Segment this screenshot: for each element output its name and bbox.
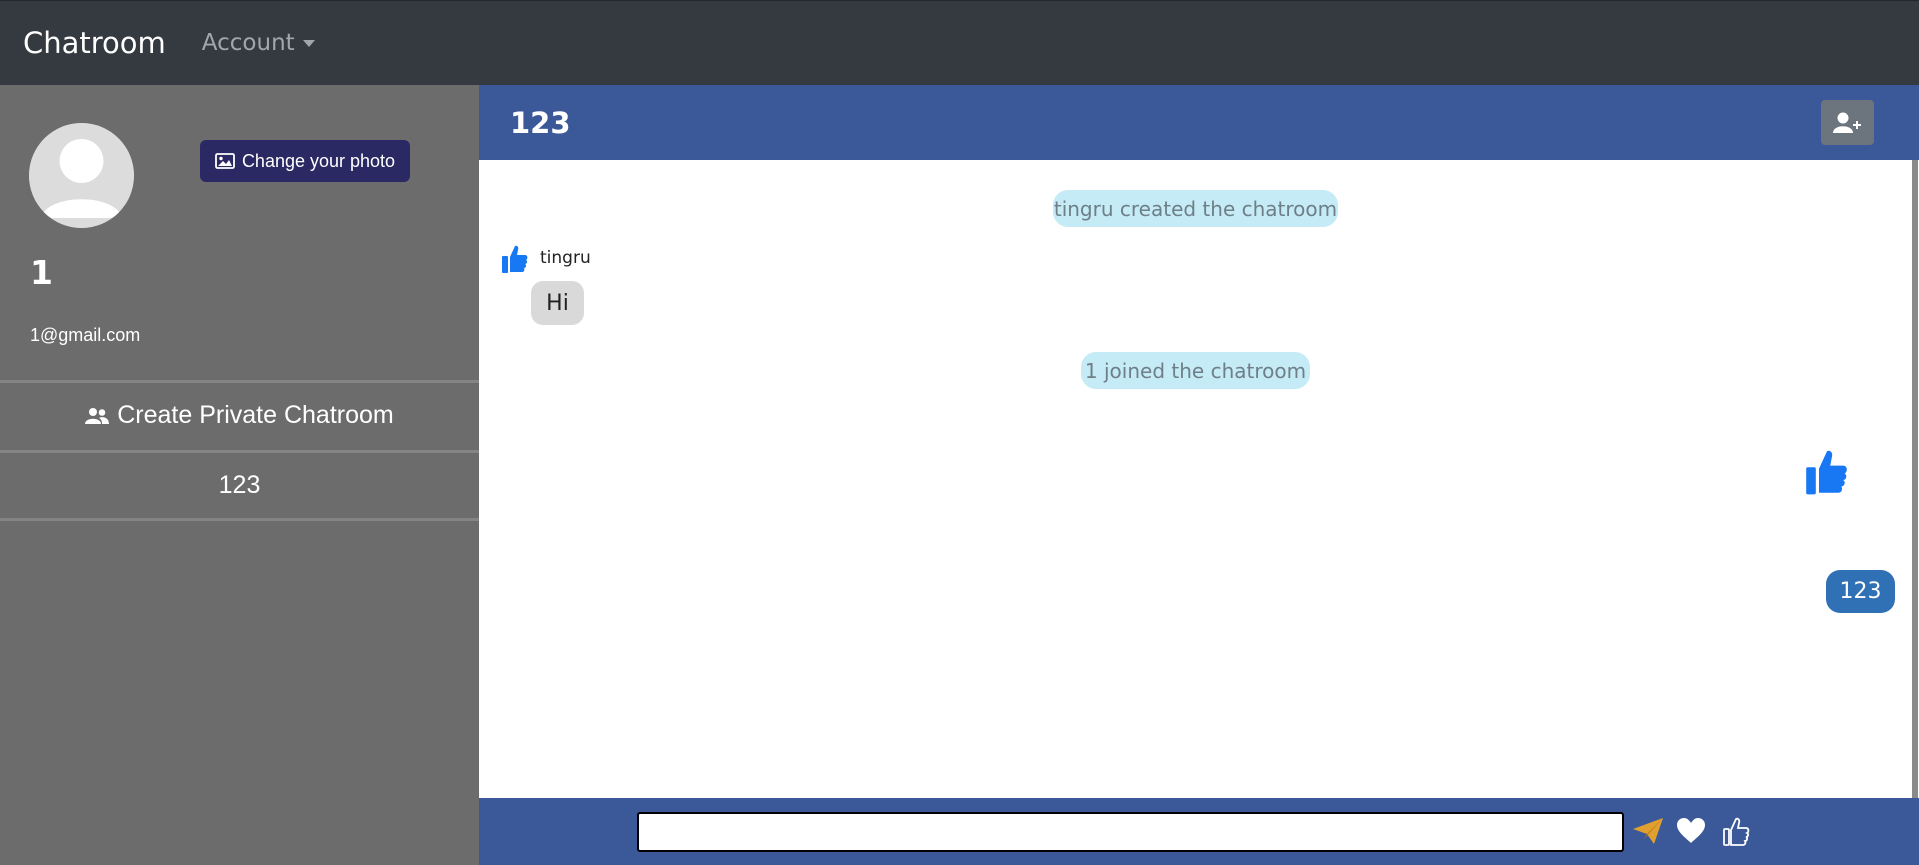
received-message-bubble: Hi bbox=[531, 281, 584, 325]
system-message: 1 joined the chatroom bbox=[1081, 352, 1310, 389]
heart-icon[interactable] bbox=[1676, 817, 1706, 850]
system-message: tingru created the chatroom bbox=[1053, 190, 1338, 227]
create-private-chatroom-label: Create Private Chatroom bbox=[117, 401, 394, 429]
sent-message-bubble: 123 bbox=[1826, 570, 1895, 613]
message-sender-name: tingru bbox=[540, 248, 591, 268]
message-list[interactable]: tingru created the chatroom tingru Hi 1 … bbox=[479, 160, 1919, 798]
top-navbar: Chatroom Account bbox=[0, 0, 1919, 85]
message-input-bar bbox=[479, 798, 1919, 865]
account-dropdown[interactable]: Account bbox=[202, 30, 315, 56]
message-input[interactable] bbox=[637, 812, 1624, 852]
add-user-button[interactable] bbox=[1821, 100, 1874, 145]
sent-thumbs-up-icon bbox=[1805, 448, 1849, 501]
paper-plane-icon[interactable] bbox=[1632, 817, 1664, 850]
default-avatar-icon bbox=[29, 123, 134, 228]
user-email: 1@gmail.com bbox=[30, 325, 141, 345]
change-photo-button[interactable]: Change your photo bbox=[200, 140, 410, 182]
users-icon bbox=[85, 407, 110, 424]
sidebar-item-label: 123 bbox=[218, 471, 261, 499]
brand-title[interactable]: Chatroom bbox=[23, 26, 166, 60]
thumbs-up-icon bbox=[502, 244, 528, 279]
user-plus-icon bbox=[1832, 112, 1861, 133]
chat-header: 123 bbox=[479, 85, 1919, 160]
account-label: Account bbox=[201, 30, 295, 56]
create-private-chatroom-button[interactable]: Create Private Chatroom bbox=[0, 380, 479, 448]
avatar bbox=[29, 123, 134, 228]
user-name: 1 bbox=[30, 253, 53, 292]
change-photo-label: Change your photo bbox=[241, 150, 396, 171]
image-icon bbox=[215, 153, 235, 169]
sidebar-item-room-123[interactable]: 123 bbox=[0, 450, 479, 521]
thumbs-up-icon[interactable] bbox=[1721, 817, 1751, 852]
sidebar: Change your photo 1 1@gmail.com Create P… bbox=[0, 85, 479, 865]
chatroom-title: 123 bbox=[510, 105, 571, 140]
caret-down-icon bbox=[302, 39, 315, 47]
message-scrollbar[interactable] bbox=[1912, 160, 1918, 798]
